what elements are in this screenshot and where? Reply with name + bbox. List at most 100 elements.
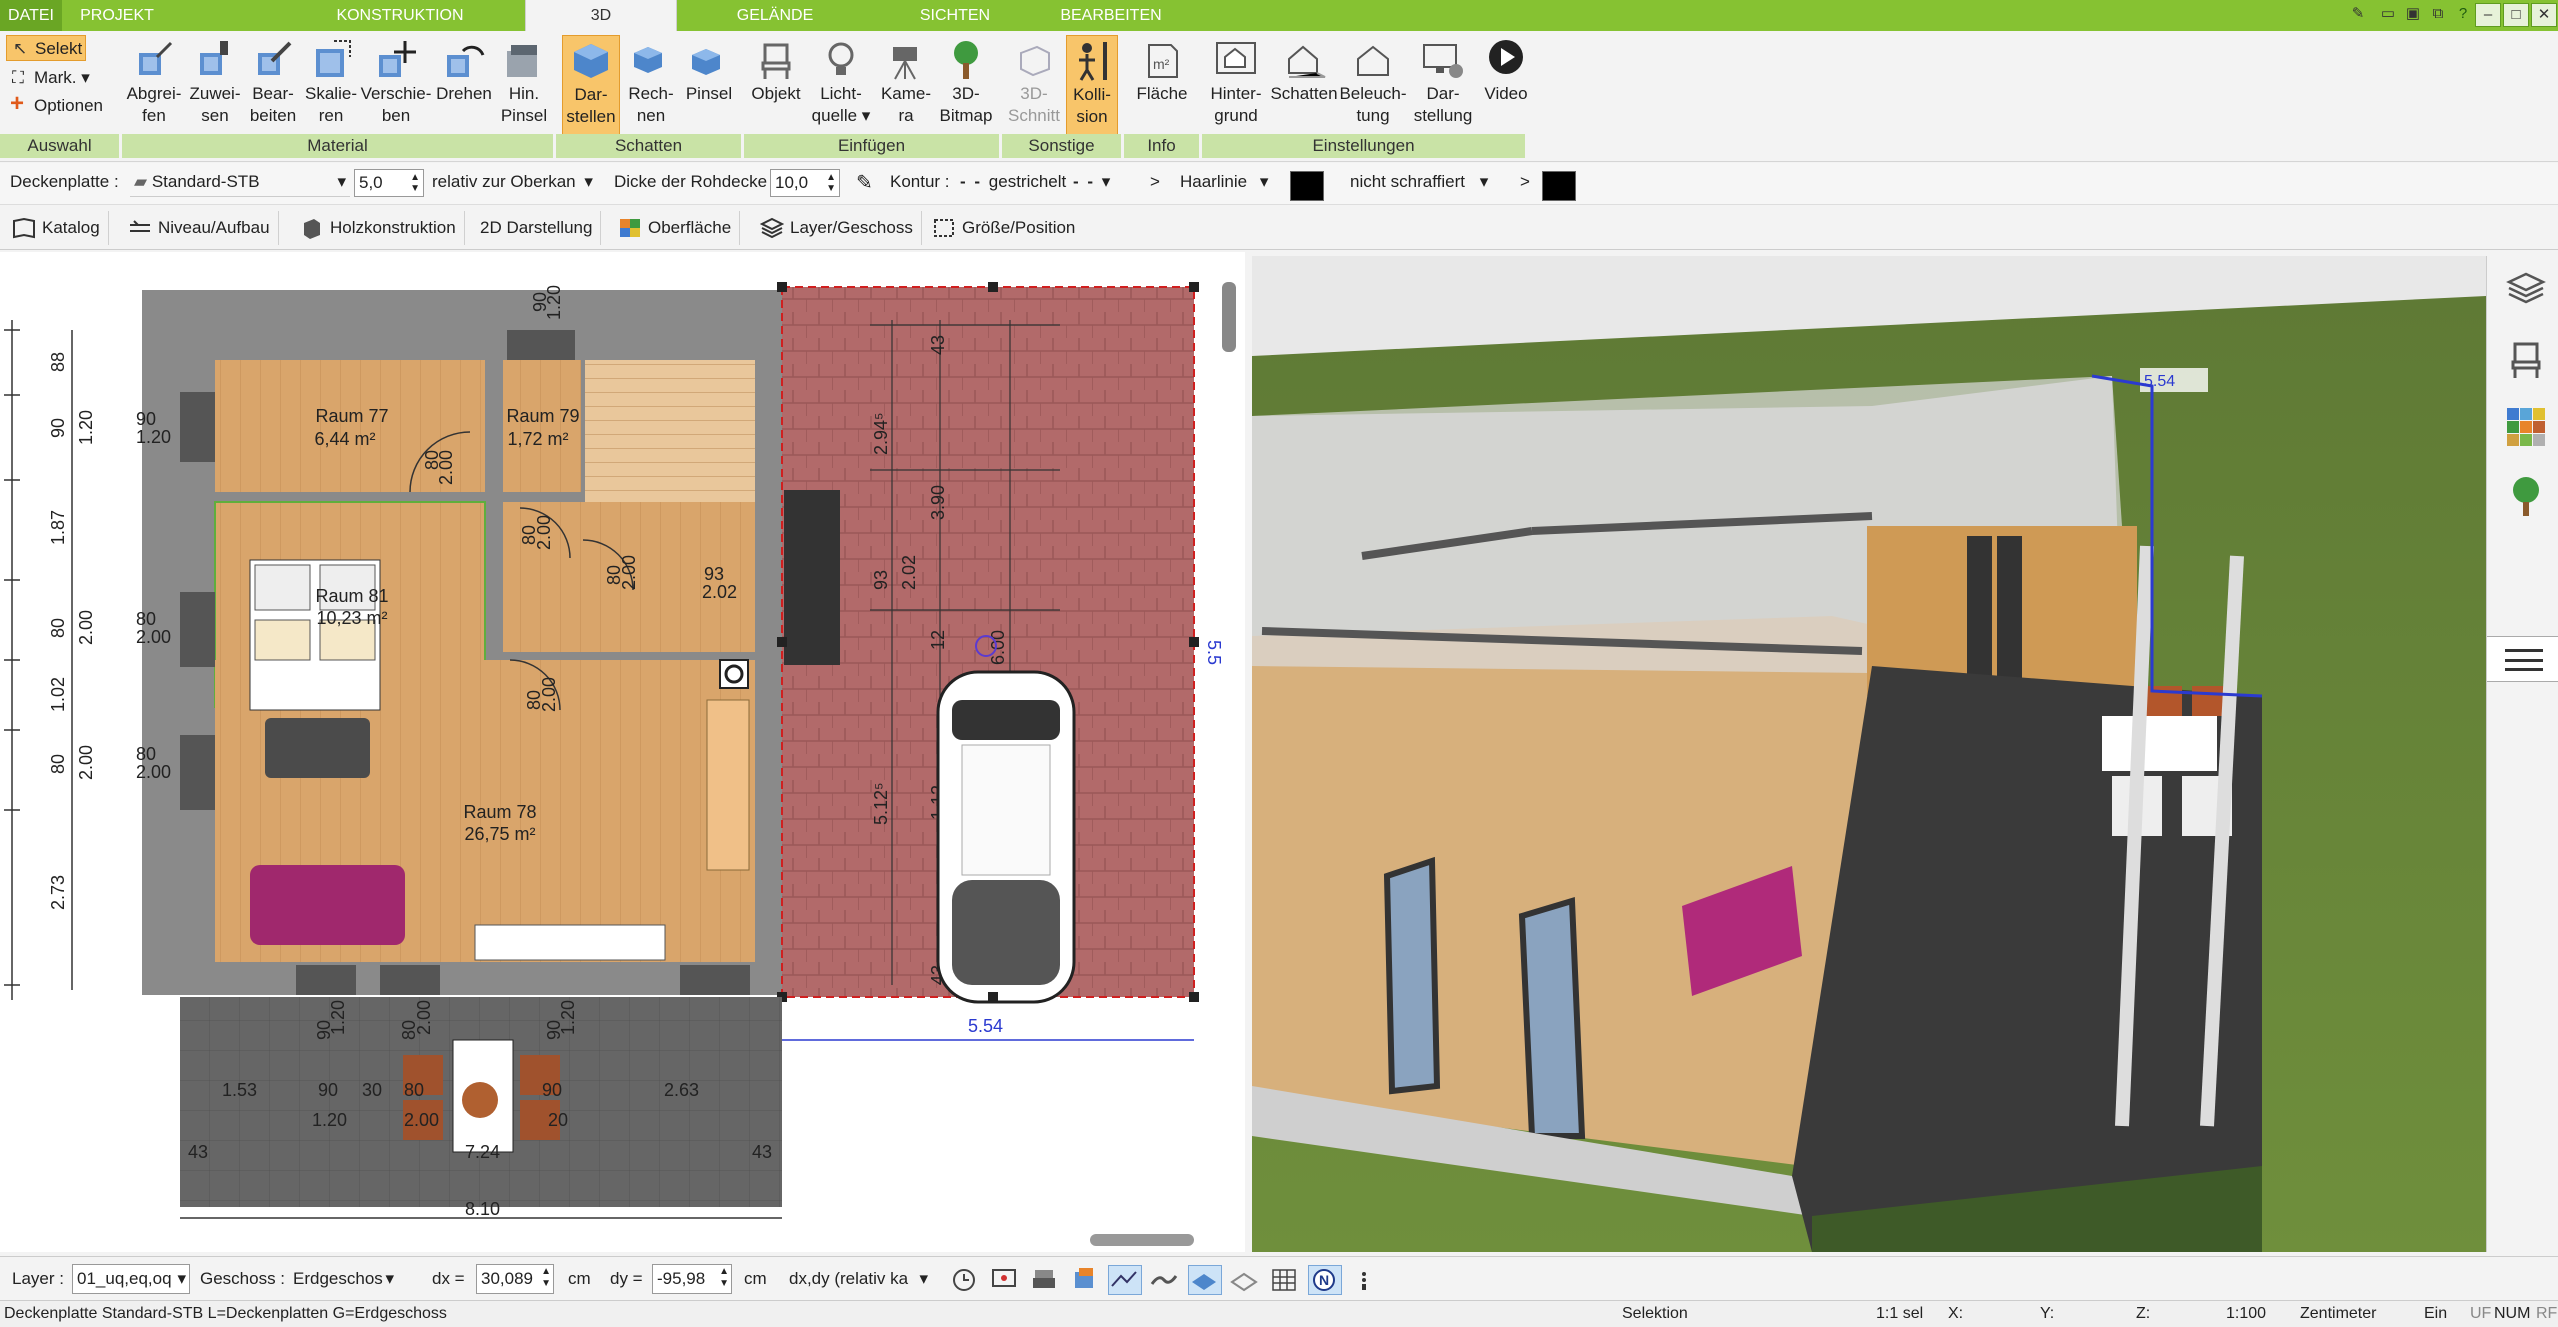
cube-view-icon[interactable] — [1068, 1265, 1102, 1295]
2d-darstellung-button[interactable]: 2D Darstellung — [470, 211, 602, 245]
tools-icon[interactable]: ✎ — [2345, 3, 2371, 27]
close-button[interactable]: ✕ — [2531, 3, 2557, 27]
objekt-button[interactable]: Objekt — [748, 35, 804, 135]
groesse-position-button[interactable]: Größe/Position — [924, 211, 1083, 245]
kollision-button[interactable]: Kolli-sion — [1066, 35, 1118, 135]
hatch-select[interactable]: nicht schraffiert ▾ — [1350, 172, 1518, 192]
tab-datei[interactable]: DATEI — [0, 0, 62, 31]
svg-text:90: 90 — [542, 1080, 562, 1100]
selekt-button[interactable]: ↖ Selekt — [6, 35, 86, 61]
floor-icon[interactable] — [1228, 1265, 1262, 1295]
coordinate-mode-select[interactable]: dx,dy (relativ ka ▾ — [784, 1264, 932, 1294]
plants-icon[interactable] — [2505, 474, 2547, 516]
katalog-button[interactable]: Katalog — [4, 211, 109, 245]
3d-view[interactable]: 5.54 — [1252, 256, 2486, 1252]
tab-sichten[interactable]: SICHTEN — [900, 0, 1010, 31]
darstellen-button[interactable]: Dar-stellen — [562, 35, 620, 135]
floor-plan-view[interactable]: 88 90 1.20 1.87 80 2.00 1.02 80 2.00 2.7… — [0, 252, 1245, 1252]
kamera-button[interactable]: Kame-ra — [876, 35, 936, 135]
tab-3d[interactable]: 3D — [525, 0, 677, 31]
room-79[interactable] — [503, 360, 581, 492]
tab-bearbeiten[interactable]: BEARBEITEN — [1050, 0, 1172, 31]
print-icon[interactable] — [1028, 1265, 1062, 1295]
line-weight-select[interactable]: Haarlinie ▾ — [1180, 172, 1284, 192]
hatch-color-swatch[interactable] — [1542, 171, 1576, 201]
layer-geschoss-button[interactable]: Layer/Geschoss — [752, 211, 922, 245]
offset-input[interactable]: 5,0 ▲ ▼ — [354, 169, 424, 197]
schatten-einstellung-button[interactable]: Schatten — [1270, 35, 1338, 135]
vertical-scrollbar[interactable] — [1222, 282, 1236, 352]
arrow-right-2[interactable]: > — [1520, 172, 1530, 192]
tab-konstruktion[interactable]: KONSTRUKTION — [320, 0, 480, 31]
skalieren-button[interactable]: Skalie-ren — [302, 35, 360, 135]
tab-gelaende[interactable]: GELÄNDE — [720, 0, 830, 31]
materials-palette-icon[interactable] — [2505, 406, 2547, 448]
floor-plan-canvas[interactable]: 88 90 1.20 1.87 80 2.00 1.02 80 2.00 2.7… — [0, 252, 1245, 1252]
furniture-catalog-icon[interactable] — [2505, 338, 2547, 380]
restore-icon[interactable]: ⧉ — [2425, 3, 2451, 27]
layer-select[interactable]: 01_uq,eq,oq ▾ — [72, 1264, 190, 1294]
pink-sofa[interactable] — [250, 865, 405, 945]
drehen-button[interactable]: Drehen — [432, 35, 496, 135]
reference-select[interactable]: relativ zur Oberkan ▾ — [432, 172, 602, 192]
schatten-pinsel-button[interactable]: Pinsel — [680, 35, 738, 135]
niveau-button[interactable]: Niveau/Aufbau — [120, 211, 279, 245]
thickness-input[interactable]: 10,0 ▲ ▼ — [770, 169, 840, 197]
3d-bitmap-button[interactable]: 3D- Bitmap — [936, 35, 996, 135]
group-sonstige: Sonstige — [1002, 134, 1122, 158]
flaeche-button[interactable]: m² Fläche — [1128, 35, 1196, 135]
right-sidebar — [2486, 256, 2558, 1252]
kitchen-counter[interactable] — [474, 924, 666, 961]
minimize-button[interactable]: – — [2475, 3, 2501, 27]
rechnen-button[interactable]: Rech-nen — [622, 35, 680, 135]
svg-text:2.00: 2.00 — [404, 1110, 439, 1130]
optionen-button[interactable]: + Optionen — [6, 91, 103, 119]
line-style-select[interactable]: - - gestrichelt - - ▾ — [960, 172, 1140, 192]
abgreifen-button[interactable]: Abgrei-fen — [124, 35, 184, 135]
holzkonstruktion-button[interactable]: Holzkonstruktion — [292, 211, 465, 245]
3d-scene[interactable]: 5.54 — [1252, 256, 2486, 1252]
grid-icon[interactable] — [1268, 1265, 1302, 1295]
arrow-right-1[interactable]: > — [1150, 172, 1160, 192]
material-select[interactable]: ▰ Standard-STB ▾ — [130, 169, 350, 197]
3d-schnitt-button[interactable]: 3D- Schnitt — [1004, 35, 1064, 135]
mark-button[interactable]: ⛶ Mark. ▾ — [6, 65, 90, 91]
geschoss-select[interactable]: Erdgeschos ▾ — [288, 1264, 398, 1294]
grey-sofa[interactable] — [265, 718, 370, 778]
menu-toggle-button[interactable] — [2487, 636, 2558, 682]
hintergrund-button[interactable]: Hinter-grund — [1202, 35, 1270, 135]
beleuchtung-button[interactable]: Beleuch-tung — [1338, 35, 1408, 135]
line-color-swatch[interactable] — [1290, 171, 1324, 201]
bearbeiten-button[interactable]: Bear-beiten — [244, 35, 302, 135]
terrain-icon[interactable] — [1148, 1265, 1182, 1295]
zuweisen-button[interactable]: Zuwei-sen — [186, 35, 244, 135]
surface-mode-icon[interactable] — [1108, 1265, 1142, 1295]
window-icon[interactable]: ▭ — [2375, 3, 2401, 27]
screen-capture-icon[interactable] — [988, 1265, 1022, 1295]
verschieben-button[interactable]: Verschie-ben — [360, 35, 432, 135]
dx-input[interactable]: 30,089 ▲ ▼ — [476, 1264, 554, 1294]
layers-panel-icon[interactable] — [2505, 270, 2547, 312]
sideboard[interactable] — [706, 699, 750, 871]
tab-projekt[interactable]: PROJEKT — [62, 0, 172, 31]
maximize-button[interactable]: □ — [2503, 3, 2529, 27]
hin-pinsel-button[interactable]: Hin. Pinsel — [496, 35, 552, 135]
svg-text:43: 43 — [928, 335, 948, 355]
more-options-icon[interactable] — [1348, 1265, 1382, 1295]
windows-icon[interactable]: ▣ — [2400, 3, 2426, 27]
slab-mode-icon[interactable] — [1188, 1265, 1222, 1295]
clock-icon[interactable] — [948, 1265, 982, 1295]
video-button[interactable]: Video — [1478, 35, 1534, 135]
dy-input[interactable]: -95,98 ▲ ▼ — [652, 1264, 732, 1294]
oberflaeche-button[interactable]: Oberfläche — [610, 211, 741, 245]
lichtquelle-button[interactable]: Licht-quelle ▾ — [806, 35, 876, 135]
help-icon[interactable]: ? — [2450, 3, 2476, 27]
car[interactable] — [936, 670, 1076, 1004]
brush-icon — [507, 45, 537, 77]
horizontal-scrollbar[interactable] — [1090, 1234, 1194, 1246]
snap-n-icon[interactable]: N — [1308, 1265, 1342, 1295]
double-bed[interactable] — [249, 559, 381, 711]
kontur-label: Kontur : — [890, 172, 950, 191]
darstellung-button[interactable]: Dar-stellung — [1408, 35, 1478, 135]
svg-text:1.20: 1.20 — [76, 410, 96, 445]
